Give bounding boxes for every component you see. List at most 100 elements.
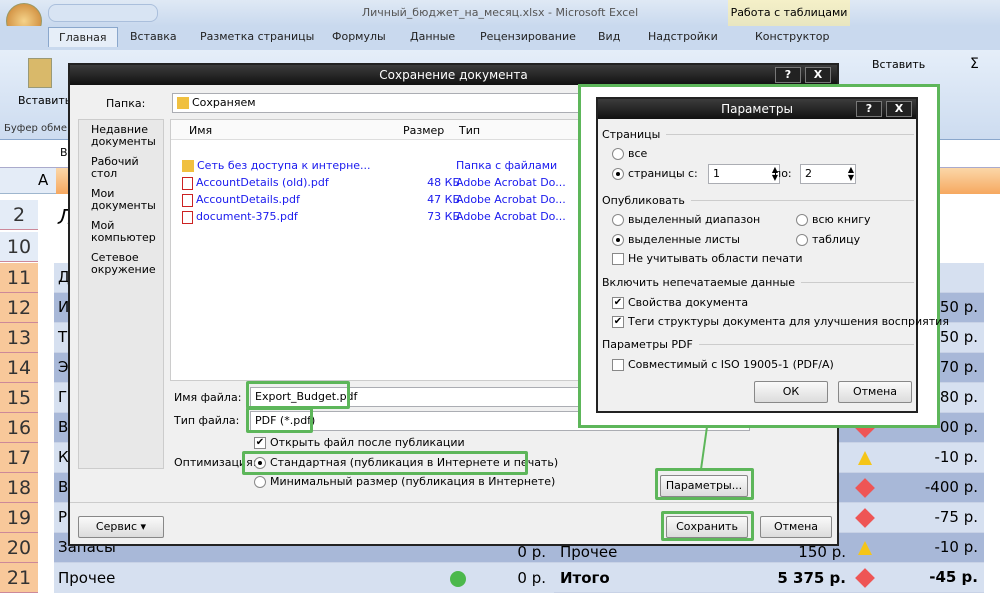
ignore-print-areas-label: Не учитывать области печати	[628, 252, 803, 265]
radio-selected-icon	[612, 168, 624, 180]
checkbox-icon	[612, 253, 624, 265]
open-after-checkbox[interactable]: ✔ Открыть файл после публикации	[254, 436, 465, 449]
row-header[interactable]: 14	[0, 353, 38, 383]
file-row[interactable]: Сеть без доступа к интерне...	[182, 159, 371, 172]
to-spinner[interactable]: 2 ▲ ▼	[800, 164, 856, 184]
row-header[interactable]: 12	[0, 293, 38, 323]
options-close-button[interactable]: X	[886, 101, 912, 117]
row-header[interactable]: 13	[0, 323, 38, 353]
cell-variance[interactable]: 50 р.	[936, 328, 978, 346]
row-header[interactable]: 16	[0, 413, 38, 443]
sum-icon[interactable]: Σ	[970, 56, 979, 72]
row-header[interactable]: 20	[0, 533, 38, 563]
cell-label[interactable]: Г	[54, 388, 67, 406]
tab-home[interactable]: Главная	[48, 27, 118, 47]
window-title: Личный_бюджет_на_месяц.xlsx - Microsoft …	[361, 6, 639, 19]
radio-icon	[612, 214, 624, 226]
pdfa-label: Совместимый с ISO 19005-1 (PDF/A)	[628, 358, 834, 371]
file-type: Adobe Acrobat Do...	[456, 176, 566, 189]
cell-variance[interactable]: -75 р.	[930, 508, 978, 526]
ok-button[interactable]: ОК	[754, 381, 828, 403]
place-recent[interactable]: Недавние документы	[91, 124, 163, 148]
tab-page-layout[interactable]: Разметка страницы	[200, 30, 314, 43]
place-computer[interactable]: Мой компьютер	[91, 220, 163, 244]
tab-formulas[interactable]: Формулы	[332, 30, 386, 43]
selection-label: выделенный диапазон	[628, 213, 761, 226]
cell-variance[interactable]: 00 р.	[936, 418, 978, 436]
row-header[interactable]: 15	[0, 383, 38, 413]
place-desktop[interactable]: Рабочий стол	[91, 156, 163, 180]
place-documents[interactable]: Мои документы	[91, 188, 163, 212]
folder-select[interactable]: Сохраняем	[172, 93, 592, 113]
column-name[interactable]: Имя	[189, 124, 212, 137]
cell-total-amount[interactable]: 5 375 р.	[700, 569, 846, 587]
tab-view[interactable]: Вид	[598, 30, 620, 43]
cell-label[interactable]: Р	[54, 508, 67, 526]
cell-label[interactable]: Т	[54, 328, 67, 346]
checkbox-checked-icon: ✔	[612, 316, 624, 328]
workbook-radio[interactable]: всю книгу	[796, 213, 871, 226]
column-type[interactable]: Тип	[459, 124, 480, 137]
row-header[interactable]: 2	[0, 200, 38, 230]
row-header[interactable]: 18	[0, 473, 38, 503]
row-header[interactable]: 21	[0, 563, 38, 593]
table-radio[interactable]: таблицу	[796, 233, 860, 246]
cell-total-label[interactable]: Итого	[556, 569, 610, 587]
cell-variance[interactable]: -400 р.	[921, 478, 978, 496]
cell-variance[interactable]: 70 р.	[936, 358, 978, 376]
highlight-options-button	[655, 468, 754, 500]
place-network[interactable]: Сетевое окружение	[91, 252, 163, 276]
row-header[interactable]: 17	[0, 443, 38, 473]
checkbox-icon	[612, 359, 624, 371]
row-header[interactable]: 11	[0, 263, 38, 293]
pages-all-radio[interactable]: все	[612, 147, 647, 160]
radio-icon	[796, 234, 808, 246]
spinner-arrows-icon[interactable]: ▲ ▼	[848, 166, 854, 182]
tab-review[interactable]: Рецензирование	[480, 30, 576, 43]
from-spinner[interactable]: 1 ▲ ▼	[708, 164, 780, 184]
name-box[interactable]: В	[60, 146, 68, 159]
pdfa-checkbox[interactable]: Совместимый с ISO 19005-1 (PDF/A)	[612, 358, 834, 371]
options-cancel-button[interactable]: Отмена	[838, 381, 912, 403]
cell-value[interactable]: 0 р.	[470, 569, 546, 587]
highlight-save-button	[661, 511, 754, 541]
row-header[interactable]: 19	[0, 503, 38, 533]
tab-addins[interactable]: Надстройки	[648, 30, 718, 43]
cell-variance[interactable]: 80 р.	[936, 388, 978, 406]
green-circle-icon	[450, 571, 466, 587]
cancel-button[interactable]: Отмена	[760, 516, 832, 538]
tab-insert[interactable]: Вставка	[130, 30, 177, 43]
tab-data[interactable]: Данные	[410, 30, 455, 43]
pages-range-radio[interactable]: страницы	[612, 167, 685, 180]
help-button[interactable]: ?	[775, 67, 801, 83]
file-row[interactable]: AccountDetails.pdf	[182, 193, 300, 207]
cell-variance[interactable]: 50 р.	[936, 298, 978, 316]
ignore-print-areas-checkbox[interactable]: Не учитывать области печати	[612, 252, 803, 265]
folder-label: Папка:	[106, 97, 146, 110]
column-size[interactable]: Размер	[403, 124, 444, 137]
file-row[interactable]: AccountDetails (old).pdf	[182, 176, 329, 190]
publish-group-label: Опубликовать	[602, 194, 691, 207]
tools-button[interactable]: Сервис ▾	[78, 516, 164, 538]
row-header[interactable]: 10	[0, 232, 38, 262]
cell-label[interactable]: Э	[54, 358, 68, 376]
cell-label[interactable]: Прочее	[54, 569, 115, 587]
optimization-minimal-radio[interactable]: Минимальный размер (публикация в Интерне…	[254, 475, 555, 488]
doc-props-checkbox[interactable]: ✔ Свойства документа	[612, 296, 748, 309]
tab-design[interactable]: Конструктор	[755, 30, 829, 43]
options-help-button[interactable]: ?	[856, 101, 882, 117]
cell-variance[interactable]: -10 р.	[930, 448, 978, 466]
cell-variance[interactable]: -45 р.	[925, 568, 978, 586]
pages-group-label: Страницы	[602, 128, 667, 141]
file-row[interactable]: document-375.pdf	[182, 210, 298, 224]
cell-variance[interactable]: -10 р.	[930, 538, 978, 556]
paste-button[interactable]: Вставить	[18, 94, 71, 107]
nonprint-group-label: Включить непечатаемые данные	[602, 276, 802, 289]
selection-radio[interactable]: выделенный диапазон	[612, 213, 760, 226]
column-a-header[interactable]: A	[38, 171, 48, 189]
active-sheets-radio[interactable]: выделенные листы	[612, 233, 740, 246]
insert-cells-button[interactable]: Вставить	[872, 58, 925, 71]
struct-tags-checkbox[interactable]: ✔ Теги структуры документа для улучшения …	[612, 315, 949, 328]
cell-label[interactable]: И	[54, 298, 69, 316]
close-button[interactable]: X	[805, 67, 831, 83]
